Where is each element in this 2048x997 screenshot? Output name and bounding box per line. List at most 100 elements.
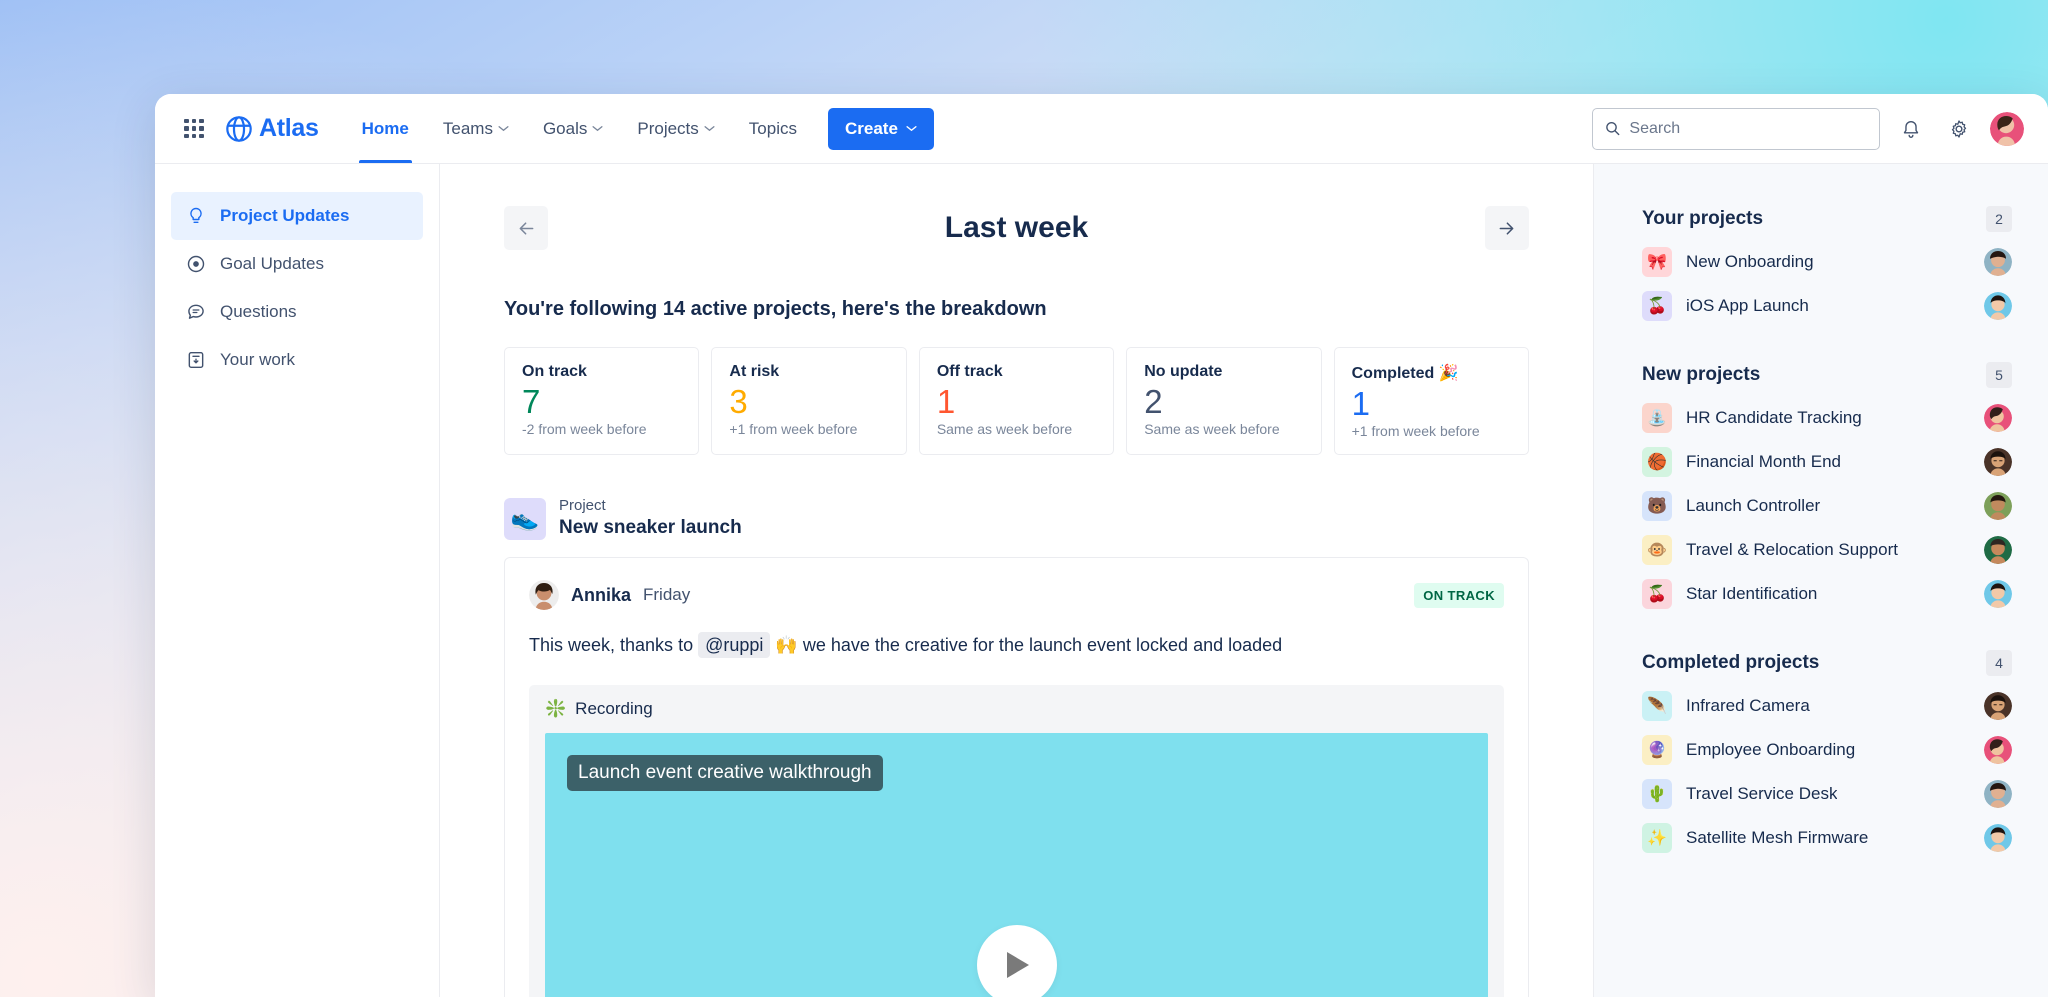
project-update-card: Annika Friday ON TRACK This week, thanks…	[504, 557, 1529, 997]
status-badge: ON TRACK	[1414, 582, 1504, 608]
list-item[interactable]: ⛲ HR Candidate Tracking	[1642, 396, 2012, 440]
list-item[interactable]: 🌵 Travel Service Desk	[1642, 772, 2012, 816]
stat-delta: +1 from week before	[729, 420, 858, 437]
nav-item-topics[interactable]: Topics	[732, 94, 814, 163]
list-item[interactable]: 🍒 Star Identification	[1642, 572, 2012, 616]
previous-week-button[interactable]	[504, 206, 548, 250]
sparkle-icon: ❇️	[545, 699, 567, 719]
rail-group-your-projects: Your projects 2 🎀 New Onboarding 🍒 iOS A…	[1642, 206, 2012, 328]
rail-group-title: Your projects	[1642, 208, 1764, 229]
nav-item-projects[interactable]: Projects	[620, 94, 731, 163]
stat-card-no-update[interactable]: No update 2 Same as week before	[1126, 347, 1322, 455]
stat-card-at-risk[interactable]: At risk 3 +1 from week before	[711, 347, 907, 455]
sidebar-item-questions[interactable]: Questions	[171, 288, 423, 336]
stat-delta: Same as week before	[1144, 420, 1280, 437]
project-emoji-icon: 🏀	[1642, 447, 1672, 477]
project-emoji-icon: 🍒	[1642, 291, 1672, 321]
notifications-button[interactable]	[1894, 112, 1928, 146]
list-item[interactable]: 🎀 New Onboarding	[1642, 240, 2012, 284]
stat-delta: -2 from week before	[522, 420, 647, 437]
user-avatar[interactable]	[1990, 111, 2024, 146]
project-name: New Onboarding	[1686, 252, 1814, 271]
play-button[interactable]	[976, 925, 1057, 997]
stat-value: 1	[1351, 385, 1370, 422]
stat-card-on-track[interactable]: On track 7 -2 from week before	[504, 347, 700, 455]
stat-value: 3	[729, 383, 748, 420]
lightbulb-icon	[185, 205, 207, 227]
list-item[interactable]: ✨ Satellite Mesh Firmware	[1642, 816, 2012, 860]
search-icon	[1606, 121, 1620, 136]
avatar	[1984, 580, 2012, 608]
list-item[interactable]: 🍒 iOS App Launch	[1642, 284, 2012, 328]
nav-item-label: Topics	[748, 118, 797, 138]
week-navigator: Last week	[504, 206, 1529, 250]
chat-bubble-icon	[185, 301, 207, 323]
page-title: Last week	[944, 211, 1089, 244]
search-input[interactable]	[1629, 119, 1867, 138]
update-author[interactable]: Annika Friday	[529, 580, 690, 611]
project-emoji-icon: ⛲	[1642, 403, 1672, 433]
sneaker-icon: 👟	[504, 497, 546, 540]
list-item[interactable]: 🐵 Travel & Relocation Support	[1642, 528, 2012, 572]
stat-card-completed[interactable]: Completed 🎉 1 +1 from week before	[1333, 347, 1530, 455]
stat-delta: Same as week before	[936, 420, 1073, 437]
bell-icon	[1903, 120, 1919, 138]
nav-item-goals[interactable]: Goals	[526, 94, 620, 163]
sidebar-item-your-work[interactable]: Your work	[171, 336, 423, 384]
video-caption: Launch event creative walkthrough	[567, 755, 883, 792]
project-kicker: Project	[559, 496, 606, 514]
project-name: Satellite Mesh Firmware	[1686, 828, 1869, 847]
inbox-icon	[185, 349, 207, 371]
rail-group-title: New projects	[1642, 364, 1761, 385]
project-header[interactable]: 👟 Project New sneaker launch	[504, 497, 1529, 540]
stat-label: At risk	[729, 363, 780, 380]
project-emoji-icon: 🐻	[1642, 491, 1672, 521]
play-icon	[1006, 952, 1029, 979]
search-box[interactable]	[1592, 107, 1880, 150]
avatar	[1984, 292, 2012, 320]
sidebar-item-label: Your work	[220, 350, 295, 369]
project-emoji-icon: 🌵	[1642, 779, 1672, 809]
rail-group-count: 5	[1986, 362, 2012, 388]
recording-panel: ❇️ Recording Launch event creative walkt…	[529, 685, 1504, 997]
stats-row: On track 7 -2 from week before At risk 3…	[504, 347, 1530, 455]
avatar	[1984, 736, 2012, 764]
next-week-button[interactable]	[1484, 206, 1529, 250]
project-name: Employee Onboarding	[1686, 740, 1856, 759]
settings-button[interactable]	[1942, 112, 1976, 146]
avatar	[1984, 692, 2012, 720]
mention-chip[interactable]: @ruppi	[698, 632, 771, 659]
list-item[interactable]: 🪶 Infrared Camera	[1642, 684, 2012, 728]
nav-item-teams[interactable]: Teams	[426, 94, 526, 163]
list-item[interactable]: 🔮 Employee Onboarding	[1642, 728, 2012, 772]
video-player[interactable]: Launch event creative walkthrough	[545, 733, 1488, 997]
create-button[interactable]: Create	[827, 107, 934, 150]
stat-card-off-track[interactable]: Off track 1 Same as week before	[918, 347, 1115, 455]
avatar	[1984, 404, 2012, 432]
list-item[interactable]: 🏀 Financial Month End	[1642, 440, 2012, 484]
sidebar-item-label: Goal Updates	[220, 254, 324, 273]
project-name: Travel Service Desk	[1686, 784, 1838, 803]
atlas-logo[interactable]: Atlas	[225, 114, 319, 143]
rail-group-header: Your projects 2	[1642, 206, 2012, 232]
list-item[interactable]: 🐻 Launch Controller	[1642, 484, 2012, 528]
app-switcher-icon[interactable]	[177, 112, 211, 146]
project-emoji-icon: ✨	[1642, 823, 1672, 853]
sidebar-item-project-updates[interactable]: Project Updates	[171, 192, 423, 240]
project-name: Infrared Camera	[1686, 696, 1810, 715]
update-header: Annika Friday ON TRACK	[529, 580, 1504, 611]
nav-item-label: Home	[361, 118, 409, 138]
project-emoji-icon: 🪶	[1642, 691, 1672, 721]
gear-icon	[1951, 119, 1967, 138]
left-sidebar: Project Updates Goal Updates Questions Y…	[155, 164, 440, 997]
project-name: New sneaker launch	[559, 516, 742, 538]
nav-item-home[interactable]: Home	[345, 94, 426, 163]
stat-label: Off track	[936, 363, 1003, 380]
create-button-label: Create	[844, 118, 898, 138]
chevron-down-icon	[498, 126, 509, 132]
avatar	[1984, 824, 2012, 852]
top-navigation-bar: Atlas Home Teams Goals Projects Topics C…	[155, 94, 2048, 164]
avatar	[529, 580, 559, 611]
rail-group-completed-projects: Completed projects 4 🪶 Infrared Camera 🔮…	[1642, 650, 2012, 860]
sidebar-item-goal-updates[interactable]: Goal Updates	[171, 240, 423, 288]
